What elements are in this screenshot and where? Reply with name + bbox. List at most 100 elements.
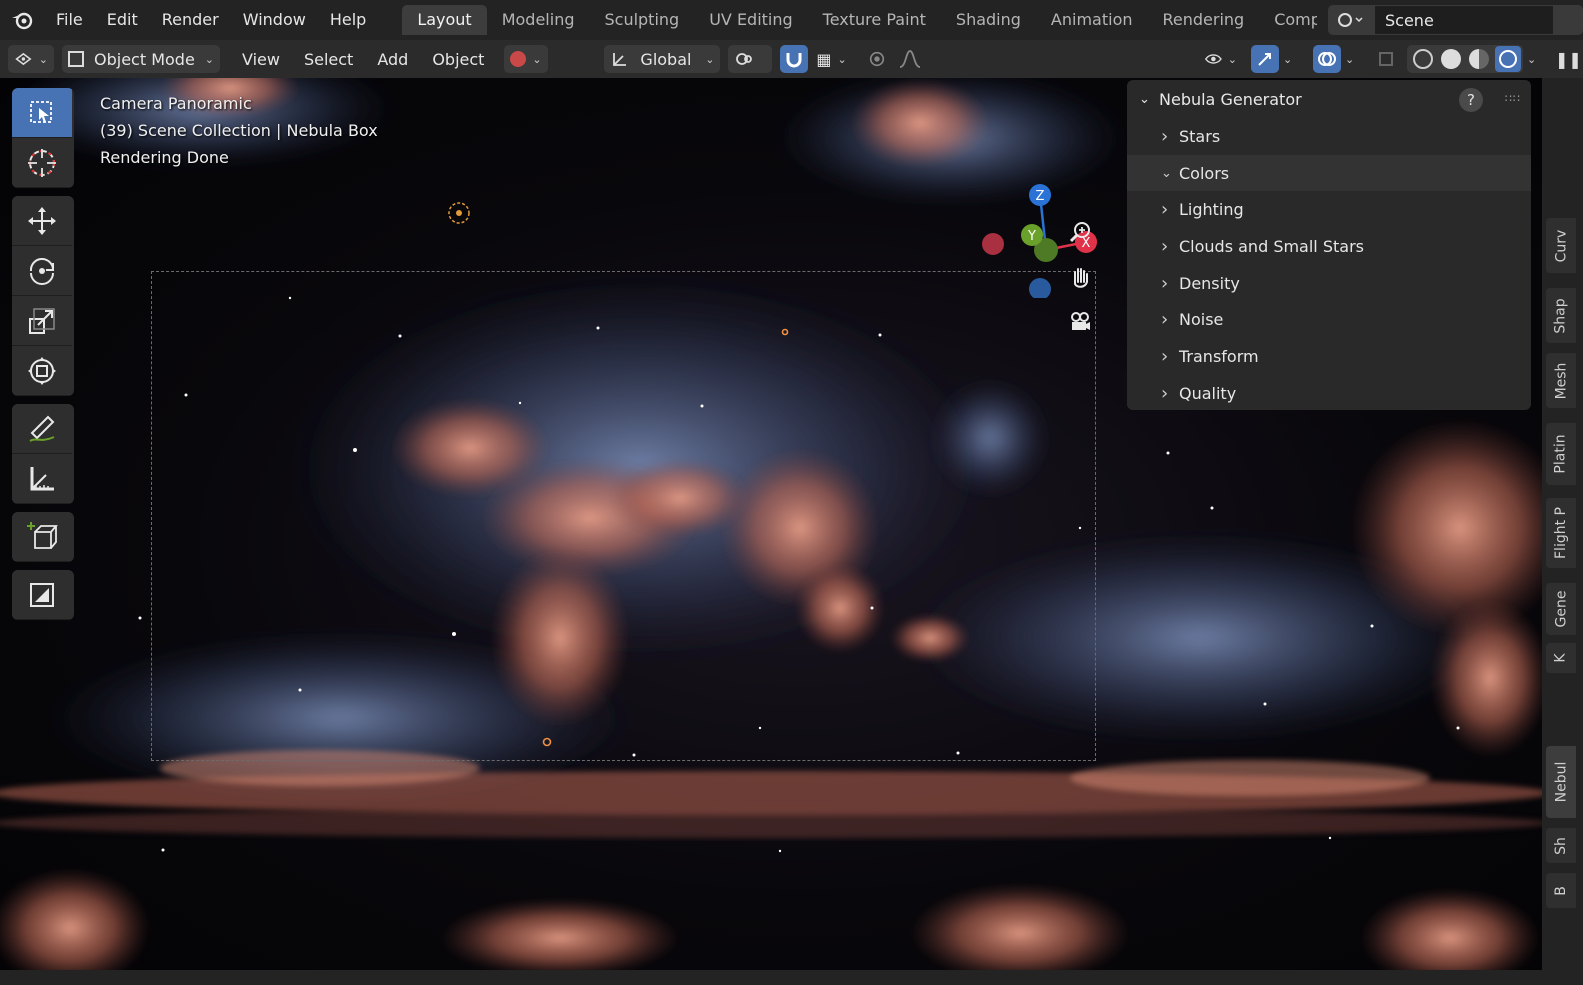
scene-selector: Scene bbox=[1328, 5, 1583, 35]
zoom-button[interactable] bbox=[1062, 214, 1098, 250]
add-cube-tool[interactable] bbox=[12, 512, 72, 562]
scene-name-field[interactable]: Scene bbox=[1374, 5, 1554, 35]
y-axis-icon[interactable]: Y bbox=[1021, 224, 1043, 246]
header-menu-select[interactable]: Select bbox=[292, 50, 365, 69]
solid-shading-icon[interactable] bbox=[1441, 49, 1461, 69]
xray-toggle[interactable] bbox=[1373, 45, 1403, 73]
side-tab-shap[interactable]: Shap bbox=[1546, 288, 1576, 343]
snap-toggle[interactable] bbox=[780, 45, 809, 73]
wireframe-shading-icon[interactable] bbox=[1413, 49, 1433, 69]
rotate-tool[interactable] bbox=[12, 246, 72, 296]
side-tab-label: Platin bbox=[1553, 434, 1570, 474]
neg-x-axis-icon[interactable] bbox=[982, 233, 1004, 255]
workspace-tabs: Layout Modeling Sculpting UV Editing Texture… bbox=[402, 0, 1317, 40]
material-ball-icon bbox=[510, 51, 527, 67]
chevron-down-icon: ⌄ bbox=[1283, 52, 1293, 66]
overlays-dropdown[interactable]: ⌄ bbox=[1341, 45, 1363, 73]
side-tab-gene[interactable]: Gene bbox=[1546, 583, 1576, 635]
select-box-tool[interactable] bbox=[12, 88, 72, 138]
tab-texture-paint[interactable]: Texture Paint bbox=[808, 5, 941, 35]
cursor-tool[interactable] bbox=[12, 138, 72, 188]
header-menu-add[interactable]: Add bbox=[365, 50, 420, 69]
section-label: Stars bbox=[1179, 126, 1221, 146]
side-tab-platin[interactable]: Platin bbox=[1546, 423, 1576, 485]
shading-modes bbox=[1407, 45, 1523, 73]
side-tab-nebul[interactable]: Nebul bbox=[1546, 746, 1576, 818]
panel-section-transform[interactable]: › Transform bbox=[1127, 338, 1531, 375]
panel-section-clouds-and-small-stars[interactable]: › Clouds and Small Stars bbox=[1127, 228, 1531, 265]
side-tab-k[interactable]: K bbox=[1546, 643, 1576, 673]
side-tab-label: Sh bbox=[1552, 836, 1569, 855]
tab-layout[interactable]: Layout bbox=[402, 5, 487, 35]
annotate-tool[interactable] bbox=[12, 404, 72, 454]
pivot-point-button[interactable] bbox=[728, 45, 773, 73]
overlays-toggle[interactable] bbox=[1313, 45, 1341, 73]
pause-render-button[interactable]: ❚❚ bbox=[1549, 45, 1582, 73]
z-axis-icon[interactable]: Z bbox=[1029, 184, 1051, 206]
side-tab-flight-p[interactable]: Flight P bbox=[1546, 498, 1576, 568]
drag-grip-icon[interactable]: ∷∷ bbox=[1505, 92, 1521, 105]
shading-dropdown[interactable]: ⌄ bbox=[1523, 45, 1545, 73]
side-tab-label: Flight P bbox=[1553, 507, 1570, 559]
menu-help[interactable]: Help bbox=[318, 0, 378, 40]
tab-compo[interactable]: Compo bbox=[1259, 5, 1317, 35]
add-cube-icon bbox=[27, 521, 58, 549]
rotate-icon bbox=[29, 257, 54, 285]
panel-section-colors[interactable]: ⌄ Colors bbox=[1127, 154, 1531, 192]
tab-sculpting[interactable]: Sculpting bbox=[589, 5, 694, 35]
chevron-down-icon: ⌄ bbox=[705, 52, 715, 66]
header-menu-object[interactable]: Object bbox=[420, 50, 496, 69]
panel-section-stars[interactable]: › Stars bbox=[1127, 118, 1531, 155]
scene-type-icon[interactable] bbox=[1328, 5, 1374, 35]
panel-section-density[interactable]: › Density bbox=[1127, 265, 1531, 302]
new-scene-button[interactable] bbox=[1554, 5, 1583, 35]
falloff-button[interactable] bbox=[892, 45, 932, 73]
tab-modeling[interactable]: Modeling bbox=[487, 5, 590, 35]
panel-section-noise[interactable]: › Noise bbox=[1127, 301, 1531, 338]
side-tab-sh[interactable]: Sh bbox=[1546, 828, 1576, 863]
measure-tool[interactable] bbox=[12, 454, 72, 504]
snap-target-button[interactable]: ▦ ⌄ bbox=[810, 45, 848, 73]
panel-section-quality[interactable]: › Quality bbox=[1127, 375, 1531, 412]
blender-logo-icon[interactable] bbox=[0, 0, 44, 40]
side-tab-b[interactable]: B bbox=[1546, 873, 1576, 908]
menu-window[interactable]: Window bbox=[231, 0, 318, 40]
tab-rendering[interactable]: Rendering bbox=[1148, 5, 1260, 35]
menu-file[interactable]: File bbox=[44, 0, 95, 40]
side-tab-label: Gene bbox=[1553, 590, 1570, 628]
tab-animation[interactable]: Animation bbox=[1036, 5, 1148, 35]
neg-z-axis-icon[interactable] bbox=[1029, 278, 1051, 298]
mode-label: Object Mode bbox=[94, 49, 195, 69]
proportional-edit-button[interactable] bbox=[862, 45, 892, 73]
scale-tool[interactable] bbox=[12, 296, 72, 346]
chevron-right-icon: › bbox=[1161, 309, 1169, 331]
tab-shading[interactable]: Shading bbox=[941, 5, 1036, 35]
overlays-icon bbox=[1318, 52, 1336, 66]
side-tab-mesh[interactable]: Mesh bbox=[1546, 353, 1576, 408]
orientation-dropdown[interactable]: Global ⌄ bbox=[604, 45, 721, 73]
chevron-down-icon: ⌄ bbox=[38, 52, 48, 66]
pan-button[interactable] bbox=[1062, 259, 1098, 295]
tab-uv-editing[interactable]: UV Editing bbox=[694, 5, 807, 35]
visibility-button[interactable]: ⌄ bbox=[1199, 45, 1243, 73]
mode-dropdown[interactable]: Object Mode ⌄ bbox=[62, 45, 220, 73]
help-button[interactable]: ? bbox=[1459, 88, 1483, 112]
transform-tool[interactable] bbox=[12, 346, 72, 396]
menu-edit[interactable]: Edit bbox=[95, 0, 150, 40]
menu-render[interactable]: Render bbox=[150, 0, 231, 40]
editor-type-button[interactable]: ⌄ bbox=[8, 45, 54, 73]
panel-section-lighting[interactable]: › Lighting bbox=[1127, 191, 1531, 228]
header-menu-view[interactable]: View bbox=[230, 50, 292, 69]
top-bar: File Edit Render Window Help Layout Modeling S… bbox=[0, 0, 1583, 40]
extra-tool[interactable] bbox=[12, 570, 72, 620]
camera-frame bbox=[151, 271, 1096, 761]
material-shading-icon[interactable] bbox=[1469, 49, 1489, 69]
gizmo-toggle[interactable] bbox=[1251, 45, 1279, 73]
shading-ball-button[interactable]: ⌄ bbox=[504, 45, 549, 73]
rendered-shading-icon[interactable] bbox=[1495, 46, 1521, 72]
gizmo-dropdown[interactable]: ⌄ bbox=[1279, 45, 1301, 73]
move-tool[interactable] bbox=[12, 196, 72, 246]
side-tab-curv[interactable]: Curv bbox=[1546, 218, 1576, 273]
camera-view-button[interactable] bbox=[1062, 304, 1098, 340]
chevron-down-icon: ⌄ bbox=[1227, 52, 1237, 66]
